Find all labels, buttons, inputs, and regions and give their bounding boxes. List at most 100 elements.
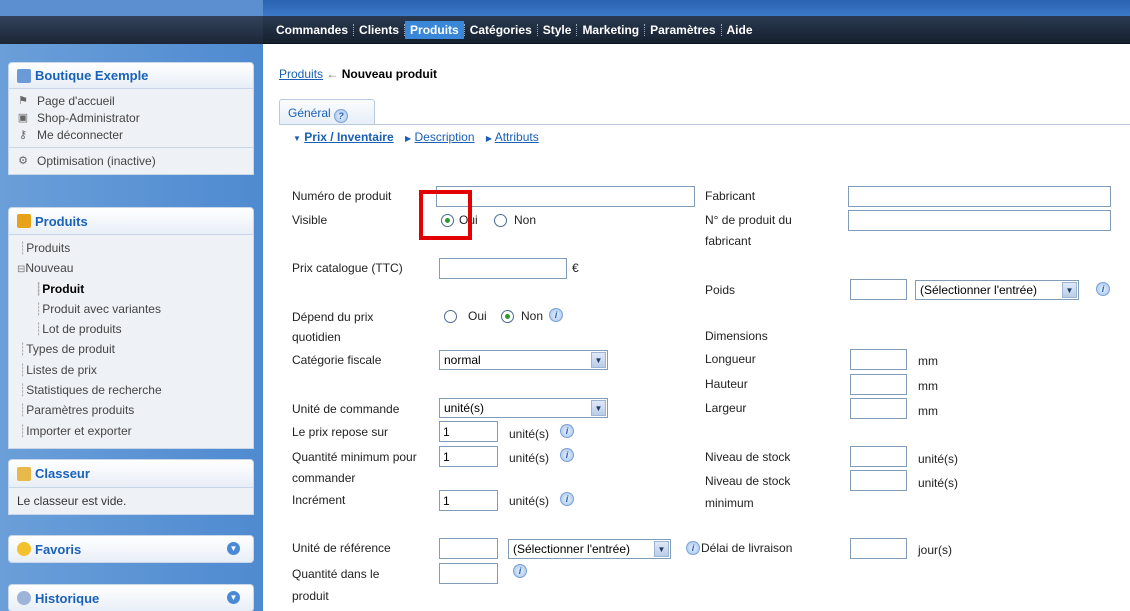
menu-style[interactable]: Style xyxy=(538,21,577,39)
info-icon[interactable]: i xyxy=(560,448,574,462)
home-link[interactable]: ⚑ Page d'accueil xyxy=(9,92,253,109)
order-unit-value: unité(s) xyxy=(444,401,485,415)
visible-non-radio[interactable] xyxy=(494,214,507,227)
products-panel-header[interactable]: Produits xyxy=(8,207,254,235)
list-price-label: Prix catalogue (TTC) xyxy=(292,261,403,275)
info-icon[interactable]: i xyxy=(513,564,527,578)
weight-unit-select-value: (Sélectionner l'entrée) xyxy=(920,283,1038,297)
top-bar-left xyxy=(0,0,263,16)
menu-aide[interactable]: Aide xyxy=(722,21,758,39)
optimisation-icon: ⚙ xyxy=(18,155,28,167)
info-icon[interactable]: i xyxy=(686,541,700,555)
key-icon: ⚷ xyxy=(18,129,28,141)
clipboard-title: Classeur xyxy=(35,466,90,481)
width-input[interactable] xyxy=(850,398,907,419)
height-input[interactable] xyxy=(850,374,907,395)
info-icon[interactable]: i xyxy=(1096,282,1110,296)
subtab-description[interactable]: Description xyxy=(414,130,474,144)
stock-input[interactable] xyxy=(850,446,907,467)
favorites-title: Favoris xyxy=(35,541,82,557)
tree-parametres-produits[interactable]: ┊Paramètres produits xyxy=(9,400,253,420)
tree-produit-variantes[interactable]: ┊Produit avec variantes xyxy=(9,299,253,319)
info-icon[interactable]: i xyxy=(560,424,574,438)
subtab-prix-inventaire[interactable]: Prix / Inventaire xyxy=(304,130,393,144)
info-icon[interactable]: i xyxy=(560,492,574,506)
shop-panel-header[interactable]: Boutique Exemple xyxy=(8,62,254,89)
tree-types-produit[interactable]: ┊Types de produit xyxy=(9,339,253,359)
box-icon xyxy=(17,214,31,228)
qty-product-label-line1: Quantité dans le xyxy=(292,567,380,581)
min-stock-label-line1: Niveau de stock xyxy=(705,474,791,488)
tab-general[interactable]: Général ? xyxy=(279,99,375,125)
width-unit: mm xyxy=(918,404,938,418)
info-icon[interactable]: i xyxy=(549,308,563,322)
min-qty-input[interactable] xyxy=(439,446,498,467)
tree-listes-prix-label: Listes de prix xyxy=(26,362,97,377)
chevron-down-icon: ▼ xyxy=(1062,282,1077,298)
breadcrumb-products-link[interactable]: Produits xyxy=(279,67,323,81)
tree-nouveau[interactable]: ⊟Nouveau xyxy=(9,258,253,278)
home-link-label: Page d'accueil xyxy=(37,93,115,108)
product-number-input[interactable] xyxy=(436,186,695,207)
weight-input[interactable] xyxy=(850,279,907,300)
tree-importer-exporter[interactable]: ┊Importer et exporter xyxy=(9,421,253,441)
depends-non-radio[interactable] xyxy=(501,310,514,323)
menu-marketing[interactable]: Marketing xyxy=(577,21,644,39)
menu-categories[interactable]: Catégories xyxy=(465,21,537,39)
admin-link[interactable]: ▣ Shop-Administrator xyxy=(9,109,253,126)
history-panel: Historique ▼ xyxy=(8,584,254,611)
history-panel-header[interactable]: Historique ▼ xyxy=(8,584,254,611)
depends-daily-label-line1: Dépend du prix xyxy=(292,310,374,324)
reference-unit-label: Unité de référence xyxy=(292,541,391,555)
subtab-attributs[interactable]: Attributs xyxy=(495,130,539,144)
tax-category-select[interactable]: normal ▼ xyxy=(439,350,608,370)
shop-icon xyxy=(17,68,31,83)
main-menu-bar: Commandes Clients Produits Catégories St… xyxy=(0,16,1130,44)
favorites-panel-header[interactable]: Favoris ▼ xyxy=(8,535,254,563)
order-unit-select[interactable]: unité(s) ▼ xyxy=(439,398,608,418)
delivery-input[interactable] xyxy=(850,538,907,559)
tree-produits[interactable]: ┊Produits xyxy=(9,238,253,258)
manufacturer-input[interactable] xyxy=(848,186,1111,207)
tree-lot-produits[interactable]: ┊Lot de produits xyxy=(9,319,253,339)
min-qty-unit: unité(s) xyxy=(509,451,550,465)
tree-types-produit-label: Types de produit xyxy=(26,342,115,357)
clipboard-icon xyxy=(17,466,31,481)
mfr-number-input[interactable] xyxy=(848,210,1111,231)
tree-produit[interactable]: ┊Produit xyxy=(9,279,253,299)
shop-title: Boutique Exemple xyxy=(35,68,149,83)
weight-unit-select[interactable]: (Sélectionner l'entrée) ▼ xyxy=(915,280,1079,300)
min-stock-unit: unité(s) xyxy=(918,476,959,490)
product-number-label: Numéro de produit xyxy=(292,189,392,203)
menu-parametres[interactable]: Paramètres xyxy=(645,21,720,39)
help-icon[interactable]: ? xyxy=(334,109,349,123)
list-price-input[interactable] xyxy=(439,258,567,279)
menu-clients[interactable]: Clients xyxy=(354,21,404,39)
min-stock-input[interactable] xyxy=(850,470,907,491)
highlight-box xyxy=(419,190,472,240)
chevron-down-icon[interactable]: ▼ xyxy=(227,542,240,555)
weight-label: Poids xyxy=(705,283,736,297)
price-based-input[interactable] xyxy=(439,421,498,442)
depends-oui-label: Oui xyxy=(468,309,487,323)
reference-unit-input[interactable] xyxy=(439,538,498,559)
depends-oui-radio[interactable] xyxy=(444,310,457,323)
optimisation-link[interactable]: ⚙ Optimisation (inactive) xyxy=(9,152,253,169)
clipboard-panel-header[interactable]: Classeur xyxy=(8,459,254,488)
length-input[interactable] xyxy=(850,349,907,370)
qty-product-input[interactable] xyxy=(439,563,498,584)
menu-produits[interactable]: Produits xyxy=(405,21,464,39)
currency-label: € xyxy=(572,261,579,275)
optimisation-label: Optimisation (inactive) xyxy=(37,153,156,168)
increment-input[interactable] xyxy=(439,490,498,511)
tree-produit-label: Produit xyxy=(42,281,85,296)
reference-unit-select[interactable]: (Sélectionner l'entrée) ▼ xyxy=(508,539,671,559)
page-title: Nouveau produit xyxy=(341,67,438,81)
bullet-icon: ▶ xyxy=(404,134,412,143)
menu-commandes[interactable]: Commandes xyxy=(271,21,353,39)
chevron-down-icon[interactable]: ▼ xyxy=(227,591,240,604)
tree-statistiques[interactable]: ┊Statistiques de recherche xyxy=(9,380,253,400)
logout-link[interactable]: ⚷ Me déconnecter xyxy=(9,126,253,143)
tree-listes-prix[interactable]: ┊Listes de prix xyxy=(9,360,253,380)
depends-daily-label-line2: quotidien xyxy=(292,330,341,344)
